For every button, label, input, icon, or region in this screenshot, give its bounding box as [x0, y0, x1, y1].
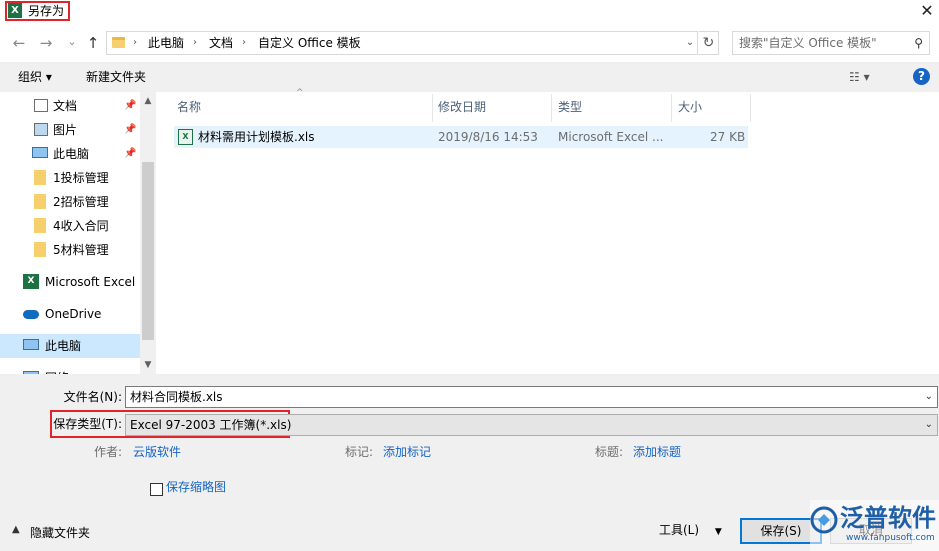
tools-button[interactable]: 工具(L) ▼: [659, 520, 722, 542]
tags-label: 标记:: [345, 445, 374, 459]
pin-icon: 📌: [124, 124, 137, 135]
pin-icon: 📌: [124, 100, 137, 111]
refresh-icon[interactable]: ↻: [699, 31, 719, 55]
chevron-down-icon[interactable]: ⌄: [925, 415, 933, 435]
new-folder-button[interactable]: 新建文件夹: [86, 62, 146, 92]
author-label: 作者:: [94, 445, 123, 459]
save-thumbnail-label[interactable]: 保存缩略图: [166, 478, 226, 496]
computer-icon: [32, 147, 48, 158]
table-row[interactable]: X 材料需用计划模板.xls 2019/8/16 14:53 Microsoft…: [174, 126, 748, 148]
document-icon: [34, 99, 48, 112]
filename-input[interactable]: 材料合同模板.xls: [130, 390, 223, 404]
save-thumbnail-checkbox[interactable]: [150, 483, 163, 496]
tools-label: 工具(L): [659, 523, 700, 537]
recent-locations-dropdown-icon[interactable]: ⌄: [62, 32, 82, 52]
picture-icon: [34, 123, 48, 136]
sidebar-item-folder-4[interactable]: 4收入合同: [0, 214, 140, 238]
chevron-up-icon[interactable]: ▲: [12, 524, 20, 535]
sidebar-item-microsoft-excel[interactable]: X Microsoft Excel: [0, 270, 140, 294]
breadcrumb-separator[interactable]: ›: [242, 32, 246, 54]
sidebar-item-onedrive[interactable]: OneDrive: [0, 302, 140, 326]
excel-icon: X: [23, 274, 39, 289]
watermark-logo-icon: [810, 506, 838, 534]
search-box[interactable]: 搜索"自定义 Office 模板" ⚲: [732, 31, 930, 55]
column-divider[interactable]: [551, 94, 552, 122]
sidebar-item-folder-5[interactable]: 5材料管理: [0, 238, 140, 262]
address-dropdown-icon[interactable]: ⌄: [682, 32, 698, 54]
author-value[interactable]: 云版软件: [133, 443, 181, 461]
scroll-down-icon[interactable]: ▼: [140, 360, 156, 370]
sidebar-item-folder-2[interactable]: 2招标管理: [0, 190, 140, 214]
breadcrumb-separator[interactable]: ›: [133, 32, 137, 54]
watermark-text: 泛普软件: [840, 504, 936, 532]
sidebar-item-network[interactable]: 网络: [0, 366, 140, 374]
filename-field[interactable]: 材料合同模板.xls ⌄: [125, 386, 938, 408]
excel-file-icon: X: [178, 129, 193, 145]
save-type-label: 保存类型(T):: [53, 417, 122, 431]
folder-icon: [34, 170, 46, 185]
up-icon[interactable]: ↑: [83, 33, 103, 53]
column-divider[interactable]: [432, 94, 433, 122]
file-size: 27 KB: [710, 130, 746, 144]
save-type-value[interactable]: Excel 97-2003 工作簿(*.xls): [130, 418, 291, 432]
address-bar[interactable]: › 此电脑 › 文档 › 自定义 Office 模板 ⌄: [106, 31, 698, 55]
search-icon[interactable]: ⚲: [914, 32, 923, 54]
add-tags-link[interactable]: 添加标记: [383, 443, 431, 461]
chevron-down-icon[interactable]: ⌄: [925, 387, 933, 407]
sort-ascending-icon: ^: [296, 88, 304, 98]
view-options-icon[interactable]: ☷ ▾: [849, 62, 870, 92]
breadcrumb-custom-templates[interactable]: 自定义 Office 模板: [258, 32, 361, 54]
title-label: 标题:: [595, 445, 624, 459]
scroll-up-icon[interactable]: ▲: [140, 96, 156, 106]
excel-icon: X: [8, 3, 22, 18]
forward-icon[interactable]: →: [36, 33, 56, 53]
column-divider[interactable]: [671, 94, 672, 122]
column-divider[interactable]: [750, 94, 751, 122]
watermark-url: www.fanpusoft.com: [846, 533, 935, 543]
pin-icon: 📌: [124, 148, 137, 159]
sidebar-item-this-pc[interactable]: 此电脑: [0, 334, 140, 358]
search-input[interactable]: 搜索"自定义 Office 模板": [739, 36, 877, 50]
breadcrumb-documents[interactable]: 文档: [209, 32, 233, 54]
file-date: 2019/8/16 14:53: [438, 130, 538, 144]
chevron-down-icon: ▼: [714, 527, 722, 537]
save-type-select[interactable]: Excel 97-2003 工作簿(*.xls) ⌄: [125, 414, 938, 436]
folder-icon: [34, 218, 46, 233]
add-title-link[interactable]: 添加标题: [633, 443, 681, 461]
folder-icon: [34, 194, 46, 209]
sidebar-item-folder-1[interactable]: 1投标管理: [0, 166, 140, 190]
title-bar: [0, 0, 939, 26]
filename-label: 文件名(N):: [63, 390, 122, 404]
window-title: 另存为: [28, 4, 65, 18]
computer-icon: [23, 339, 39, 350]
column-header-size[interactable]: 大小: [678, 96, 702, 122]
breadcrumb-this-pc[interactable]: 此电脑: [148, 32, 184, 54]
sidebar-item-this-pc-quick[interactable]: 此电脑 📌: [0, 142, 140, 166]
scrollbar-thumb[interactable]: [142, 162, 154, 340]
cloud-icon: [23, 310, 39, 319]
back-icon[interactable]: ←: [9, 33, 29, 53]
hide-folders-button[interactable]: 隐藏文件夹: [30, 524, 90, 542]
organize-button[interactable]: 组织 ▾: [18, 62, 52, 92]
help-icon[interactable]: ?: [913, 68, 930, 85]
close-icon[interactable]: ✕: [918, 2, 936, 20]
file-name: 材料需用计划模板.xls: [198, 130, 315, 144]
column-header-date[interactable]: 修改日期: [438, 96, 486, 122]
column-header-type[interactable]: 类型: [558, 96, 582, 122]
folder-icon: [34, 242, 46, 257]
breadcrumb-separator[interactable]: ›: [193, 32, 197, 54]
file-type: Microsoft Excel ...: [558, 130, 664, 144]
command-bar: 组织 ▾ 新建文件夹 ☷ ▾ ?: [0, 62, 939, 92]
navigation-pane: 文档 📌 图片 📌 此电脑 📌 1投标管理 2招标管理 4收入合同 5材料管理 …: [0, 92, 156, 374]
sidebar-item-documents[interactable]: 文档 📌: [0, 94, 140, 118]
column-header-name[interactable]: 名称: [177, 96, 201, 122]
sidebar-item-pictures[interactable]: 图片 📌: [0, 118, 140, 142]
folder-icon: [112, 37, 125, 48]
